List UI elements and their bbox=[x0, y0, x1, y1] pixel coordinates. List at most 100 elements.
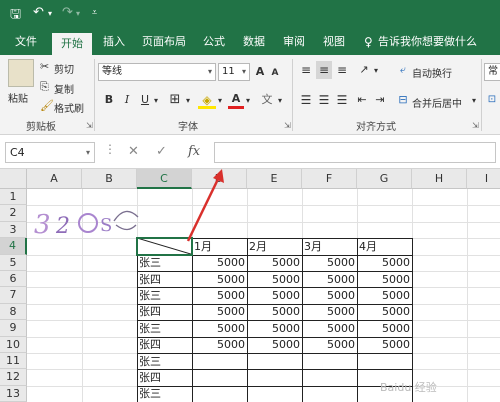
font-launcher-icon[interactable]: ⇲ bbox=[284, 121, 291, 130]
value-cell[interactable]: 5000 bbox=[302, 288, 357, 304]
insert-function-icon[interactable]: fx bbox=[188, 144, 200, 159]
save-icon[interactable]: 🖫 bbox=[10, 5, 21, 27]
select-all-corner[interactable] bbox=[0, 169, 27, 189]
value-cell[interactable]: 5000 bbox=[357, 288, 412, 304]
name-cell[interactable]: 张四 bbox=[137, 370, 192, 386]
phonetic-dropdown-icon[interactable]: ▾ bbox=[276, 92, 284, 110]
column-header[interactable]: B bbox=[82, 169, 137, 189]
value-cell[interactable]: 5000 bbox=[247, 321, 302, 337]
value-cell[interactable]: 5000 bbox=[192, 321, 247, 337]
increase-indent-icon[interactable]: ⇥ bbox=[372, 91, 388, 109]
orientation-icon[interactable]: ↗ bbox=[356, 61, 372, 79]
row-header[interactable]: 1 bbox=[0, 189, 27, 206]
redo-icon[interactable]: ↷ bbox=[62, 5, 73, 20]
accounting-format-icon[interactable]: ⊡ bbox=[486, 91, 498, 109]
merge-dropdown-icon[interactable]: ▾ bbox=[470, 92, 478, 110]
align-center-icon[interactable]: ☰ bbox=[316, 91, 332, 109]
paste-icon[interactable] bbox=[8, 59, 34, 87]
worksheet-grid[interactable]: ABCDEFGHI 12345678910111213 3 2 S 1月2月3月… bbox=[0, 169, 500, 402]
phonetic-icon[interactable]: 文 bbox=[258, 91, 276, 109]
grow-font-button[interactable]: A bbox=[254, 63, 266, 81]
name-cell[interactable]: 张四 bbox=[137, 272, 192, 288]
tab-page-layout[interactable]: 页面布局 bbox=[136, 28, 192, 55]
copy-button[interactable]: 复制 bbox=[54, 81, 74, 96]
value-cell[interactable]: 5000 bbox=[192, 272, 247, 288]
row-header[interactable]: 4 bbox=[0, 238, 27, 255]
italic-button[interactable]: I bbox=[120, 91, 134, 109]
row-header[interactable]: 13 bbox=[0, 385, 27, 402]
column-header[interactable]: I bbox=[467, 169, 500, 189]
value-cell[interactable]: 5000 bbox=[247, 304, 302, 320]
row-header[interactable]: 8 bbox=[0, 303, 27, 321]
align-top-icon[interactable]: ≡ bbox=[298, 61, 314, 79]
decrease-indent-icon[interactable]: ⇤ bbox=[354, 91, 370, 109]
align-middle-icon[interactable]: ≡ bbox=[316, 61, 332, 79]
value-cell[interactable]: 5000 bbox=[192, 288, 247, 304]
value-cell[interactable]: 5000 bbox=[357, 321, 412, 337]
column-header[interactable]: H bbox=[412, 169, 467, 189]
tab-view[interactable]: 视图 bbox=[316, 28, 352, 55]
row-header[interactable]: 11 bbox=[0, 353, 27, 370]
alignment-launcher-icon[interactable]: ⇲ bbox=[472, 121, 479, 130]
customize-toolbar-icon[interactable]: ⩡ bbox=[92, 8, 97, 18]
name-box[interactable]: C4 ▾ bbox=[5, 142, 95, 163]
shrink-font-button[interactable]: A bbox=[270, 64, 280, 82]
row-header[interactable]: 10 bbox=[0, 336, 27, 353]
tab-data[interactable]: 数据 bbox=[236, 28, 272, 55]
value-cell[interactable]: 5000 bbox=[357, 304, 412, 320]
tab-file[interactable]: 文件 bbox=[6, 28, 46, 55]
month-header-cell[interactable]: 4月 bbox=[357, 239, 412, 255]
borders-dropdown-icon[interactable]: ▾ bbox=[184, 92, 192, 110]
align-bottom-icon[interactable]: ≡ bbox=[334, 61, 350, 79]
value-cell[interactable]: 5000 bbox=[302, 304, 357, 320]
wrap-text-button[interactable]: 自动换行 bbox=[412, 65, 452, 80]
merge-center-button[interactable]: 合并后居中 bbox=[412, 95, 462, 110]
month-header-cell[interactable]: 2月 bbox=[247, 239, 302, 255]
font-color-icon[interactable]: A bbox=[228, 91, 244, 109]
formula-input[interactable] bbox=[214, 142, 496, 163]
column-header[interactable]: E bbox=[247, 169, 302, 189]
paste-button[interactable]: 粘贴 bbox=[8, 90, 28, 105]
value-cell[interactable]: 5000 bbox=[247, 255, 302, 271]
number-format-select[interactable]: 常 bbox=[484, 63, 500, 81]
value-cell[interactable]: 5000 bbox=[247, 288, 302, 304]
value-cell[interactable]: 5000 bbox=[357, 255, 412, 271]
row-header[interactable]: 5 bbox=[0, 254, 27, 271]
value-cell[interactable]: 5000 bbox=[302, 272, 357, 288]
row-header[interactable]: 12 bbox=[0, 369, 27, 386]
underline-button[interactable]: U bbox=[138, 91, 152, 109]
name-cell[interactable]: 张三 bbox=[137, 288, 192, 304]
name-cell[interactable]: 张四 bbox=[137, 304, 192, 320]
row-header[interactable]: 9 bbox=[0, 320, 27, 337]
column-header[interactable]: G bbox=[357, 169, 412, 189]
align-right-icon[interactable]: ☰ bbox=[334, 91, 350, 109]
font-name-select[interactable]: 等线 ▾ bbox=[98, 63, 216, 81]
value-cell[interactable]: 5000 bbox=[247, 272, 302, 288]
value-cell[interactable]: 5000 bbox=[247, 337, 302, 353]
underline-dropdown-icon[interactable]: ▾ bbox=[152, 92, 160, 110]
format-painter-button[interactable]: 格式刷 bbox=[54, 100, 84, 115]
tab-insert[interactable]: 插入 bbox=[96, 28, 132, 55]
tab-formulas[interactable]: 公式 bbox=[196, 28, 232, 55]
fill-color-dropdown-icon[interactable]: ▾ bbox=[216, 92, 224, 110]
value-cell[interactable]: 5000 bbox=[357, 272, 412, 288]
enter-icon[interactable]: ✓ bbox=[156, 144, 167, 159]
tab-review[interactable]: 审阅 bbox=[276, 28, 312, 55]
redo-dropdown-icon[interactable]: ▾ bbox=[76, 9, 80, 18]
name-cell[interactable]: 张四 bbox=[137, 337, 192, 353]
name-cell[interactable]: 张三 bbox=[137, 386, 192, 402]
row-header[interactable]: 7 bbox=[0, 287, 27, 304]
value-cell[interactable]: 5000 bbox=[192, 337, 247, 353]
undo-icon[interactable]: ↶ bbox=[33, 5, 44, 20]
orientation-dropdown-icon[interactable]: ▾ bbox=[372, 62, 380, 80]
name-cell[interactable]: 张三 bbox=[137, 354, 192, 370]
value-cell[interactable]: 5000 bbox=[357, 337, 412, 353]
name-box-dropdown-icon[interactable]: ▾ bbox=[86, 143, 90, 162]
name-cell[interactable]: 张三 bbox=[137, 255, 192, 271]
month-header-cell[interactable]: 3月 bbox=[302, 239, 357, 255]
value-cell[interactable]: 5000 bbox=[192, 255, 247, 271]
cancel-icon[interactable]: ✕ bbox=[128, 144, 139, 159]
column-header[interactable]: A bbox=[27, 169, 82, 189]
fill-color-icon[interactable]: ◈ bbox=[198, 91, 216, 109]
tab-home[interactable]: 开始 bbox=[52, 31, 92, 55]
